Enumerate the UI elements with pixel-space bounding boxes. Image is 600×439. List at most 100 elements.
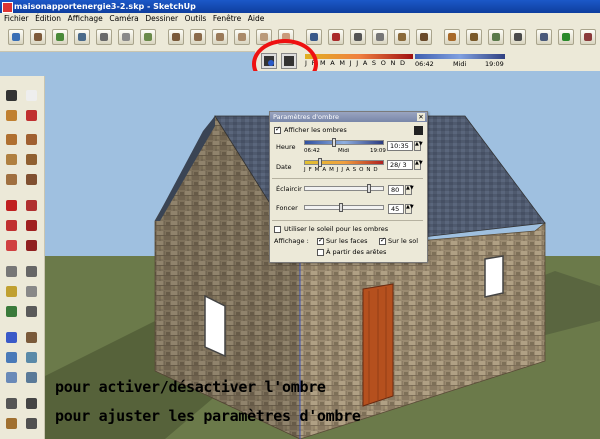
zoom-next-icon[interactable] bbox=[118, 29, 134, 45]
move-icon[interactable] bbox=[4, 198, 20, 214]
date-label: Date bbox=[276, 163, 292, 171]
tape-icon[interactable] bbox=[4, 264, 20, 280]
3d-text-icon[interactable] bbox=[24, 304, 40, 320]
tape-measure-icon[interactable] bbox=[580, 29, 596, 45]
menu-fichier[interactable]: Fichier bbox=[4, 13, 29, 25]
time-end-label: 19:09 bbox=[485, 60, 504, 68]
orbit-icon[interactable] bbox=[4, 330, 20, 346]
previous-view-icon[interactable] bbox=[4, 370, 20, 386]
position-camera-icon[interactable] bbox=[466, 29, 482, 45]
use-sun-label: Utiliser le soleil pour les ombres bbox=[284, 225, 389, 233]
shaded-icon[interactable] bbox=[394, 29, 410, 45]
hour-spinner[interactable]: ▲▼ bbox=[414, 141, 423, 151]
dimension-left-icon[interactable] bbox=[24, 264, 40, 280]
menu-edition[interactable]: Édition bbox=[35, 13, 61, 25]
hour-slider-thumb[interactable] bbox=[332, 138, 336, 147]
dark-slider[interactable] bbox=[304, 205, 384, 210]
date-input[interactable]: 28/ 3 bbox=[387, 160, 413, 170]
right-view-icon[interactable] bbox=[234, 29, 250, 45]
zoom-icon[interactable] bbox=[52, 29, 68, 45]
pencil-icon[interactable] bbox=[328, 29, 344, 45]
date-slider-dialog[interactable] bbox=[304, 160, 384, 165]
menu-aide[interactable]: Aide bbox=[248, 13, 265, 25]
position-camera-left-icon[interactable] bbox=[4, 416, 20, 432]
rotate-icon[interactable] bbox=[4, 218, 20, 234]
push-pull-icon[interactable] bbox=[24, 198, 40, 214]
text-icon[interactable] bbox=[24, 284, 40, 300]
offset-icon[interactable] bbox=[24, 238, 40, 254]
top-view-icon[interactable] bbox=[190, 29, 206, 45]
menu-bar: Fichier Édition Affichage Caméra Dessine… bbox=[0, 13, 600, 25]
circle-icon[interactable] bbox=[4, 152, 20, 168]
freehand-icon[interactable] bbox=[24, 172, 40, 188]
on-ground-checkbox[interactable] bbox=[379, 236, 386, 245]
from-edges-checkbox[interactable] bbox=[317, 249, 324, 256]
zoom-left-icon[interactable] bbox=[4, 350, 20, 366]
menu-camera[interactable]: Caméra bbox=[109, 13, 138, 25]
menu-outils[interactable]: Outils bbox=[185, 13, 207, 25]
iso-view-icon[interactable] bbox=[168, 29, 184, 45]
zoom-window-left-icon[interactable] bbox=[24, 350, 40, 366]
section-left-icon[interactable] bbox=[24, 416, 40, 432]
arc-icon[interactable] bbox=[24, 152, 40, 168]
look-around-icon[interactable] bbox=[488, 29, 504, 45]
select-arrow-icon[interactable] bbox=[4, 88, 20, 104]
rectangle-icon[interactable] bbox=[4, 132, 20, 148]
dark-slider-thumb[interactable] bbox=[339, 203, 343, 212]
dimension-icon[interactable] bbox=[536, 29, 552, 45]
line-icon[interactable] bbox=[24, 132, 40, 148]
close-icon[interactable]: ✕ bbox=[417, 113, 425, 121]
scale-icon[interactable] bbox=[4, 238, 20, 254]
light-spinner[interactable]: ▲▼ bbox=[405, 185, 414, 195]
section-plane-icon[interactable] bbox=[510, 29, 526, 45]
show-shadows-checkbox[interactable] bbox=[274, 125, 281, 134]
menu-dessiner[interactable]: Dessiner bbox=[145, 13, 178, 25]
hidden-line-icon[interactable] bbox=[372, 29, 388, 45]
axes-icon[interactable] bbox=[558, 29, 574, 45]
dark-input[interactable]: 45 bbox=[388, 204, 404, 214]
hour-input[interactable]: 10:35 bbox=[387, 141, 413, 151]
shaded-textures-icon[interactable] bbox=[416, 29, 432, 45]
footprints-icon[interactable] bbox=[4, 396, 20, 412]
protractor-icon[interactable] bbox=[4, 284, 20, 300]
zoom-previous-icon[interactable] bbox=[96, 29, 112, 45]
dark-spinner[interactable]: ▲▼ bbox=[405, 204, 414, 214]
xray-icon[interactable] bbox=[306, 29, 322, 45]
zoom-extents-icon[interactable] bbox=[140, 29, 156, 45]
light-slider-thumb[interactable] bbox=[367, 184, 371, 193]
use-sun-checkbox[interactable] bbox=[274, 226, 281, 233]
hour-mid-label: Midi bbox=[338, 148, 350, 154]
hand-pan-icon[interactable] bbox=[30, 29, 46, 45]
date-month-labels: J F M A M J J A S O N D bbox=[304, 167, 379, 173]
menu-affichage[interactable]: Affichage bbox=[68, 13, 103, 25]
light-input[interactable]: 80 bbox=[388, 185, 404, 195]
on-faces-checkbox[interactable] bbox=[317, 236, 324, 245]
zoom-window-icon[interactable] bbox=[74, 29, 90, 45]
paint-bucket-icon[interactable] bbox=[4, 108, 20, 124]
caption-toggle-shadow: pour activer/désactiver l'ombre bbox=[55, 378, 326, 396]
title-bar: maisonapportenergie3-2.skp - SketchUp bbox=[0, 0, 600, 13]
front-view-icon[interactable] bbox=[212, 29, 228, 45]
time-slider[interactable] bbox=[415, 54, 505, 59]
light-slider[interactable] bbox=[304, 186, 384, 191]
menu-fenetre[interactable]: Fenêtre bbox=[213, 13, 241, 25]
wireframe-icon[interactable] bbox=[350, 29, 366, 45]
date-slider-thumb[interactable] bbox=[318, 158, 322, 167]
hour-slider[interactable] bbox=[304, 140, 384, 145]
look-around-left-icon[interactable] bbox=[24, 396, 40, 412]
axes-left-icon[interactable] bbox=[4, 304, 20, 320]
polygon-icon[interactable] bbox=[4, 172, 20, 188]
separator bbox=[272, 220, 423, 221]
pan-icon[interactable] bbox=[24, 330, 40, 346]
eraser-icon[interactable] bbox=[24, 88, 40, 104]
collapse-icon[interactable] bbox=[414, 126, 423, 135]
follow-me-icon[interactable] bbox=[24, 218, 40, 234]
select-tool-icon[interactable] bbox=[8, 29, 24, 45]
walk-icon[interactable] bbox=[444, 29, 460, 45]
date-spinner[interactable]: ▲▼ bbox=[414, 160, 423, 170]
show-shadows-label: Afficher les ombres bbox=[284, 126, 347, 134]
zoom-extents-left-icon[interactable] bbox=[24, 370, 40, 386]
eraser-red-icon[interactable] bbox=[24, 108, 40, 124]
left-toolbar bbox=[0, 76, 45, 439]
gable-window bbox=[204, 294, 226, 358]
